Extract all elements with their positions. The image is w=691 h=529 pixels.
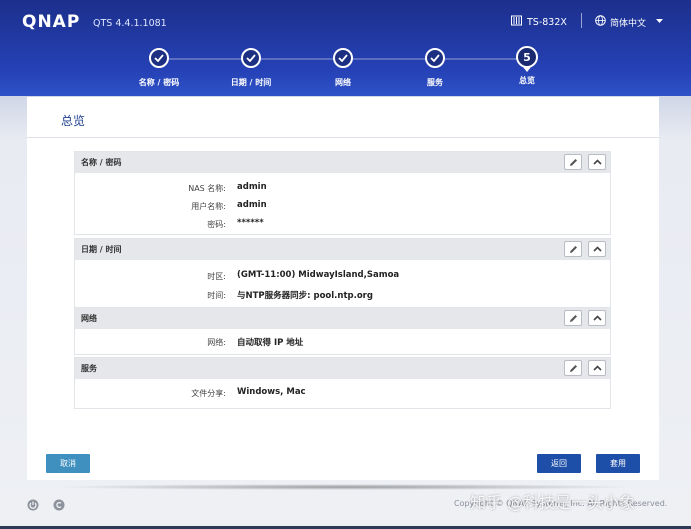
chevron-up-icon xyxy=(592,365,602,371)
section-header: 名称 / 密码 xyxy=(75,152,610,173)
header-separator xyxy=(581,13,582,28)
section-services: 服务 文件分享: Windows, Mac xyxy=(74,357,611,409)
language-selector[interactable]: 简体中文 xyxy=(595,15,664,29)
summary-row: 网络: 自动取得 IP 地址 xyxy=(75,333,610,351)
chevron-up-icon xyxy=(592,159,602,165)
section-header: 日期 / 时间 xyxy=(75,239,610,260)
edit-button[interactable] xyxy=(564,360,582,376)
row-key: 用户名称: xyxy=(191,202,226,211)
section-header: 网络 xyxy=(75,308,610,329)
globe-icon xyxy=(595,15,606,29)
section-date-time: 日期 / 时间 时区: (GMT-11:00) MidwayIsland,Sam… xyxy=(74,238,611,310)
language-label: 简体中文 xyxy=(610,18,647,29)
summary-row: 密码: ****** xyxy=(75,215,610,233)
chevron-up-icon xyxy=(592,315,602,321)
row-value: Windows, Mac xyxy=(237,387,306,397)
chevron-up-icon xyxy=(592,246,602,252)
collapse-button[interactable] xyxy=(588,241,606,257)
active-step-pointer xyxy=(523,67,531,72)
wizard-step-label: 名称 / 密码 xyxy=(138,78,180,87)
row-key: 文件分享: xyxy=(191,389,226,398)
wizard-step-label: 日期 / 时间 xyxy=(230,78,272,87)
nas-model: TS-832X xyxy=(511,15,567,29)
summary-row: 时区: (GMT-11:00) MidwayIsland,Samoa xyxy=(75,267,610,286)
nas-model-label: TS-832X xyxy=(527,16,567,28)
power-icon[interactable] xyxy=(27,499,39,511)
collapse-button[interactable] xyxy=(588,310,606,326)
wizard-step-label: 总览 xyxy=(519,76,535,85)
check-icon xyxy=(241,48,261,68)
cancel-button[interactable]: 取消 xyxy=(46,454,90,473)
wizard-step-name-password: 名称 / 密码 xyxy=(119,48,199,88)
section-title: 名称 / 密码 xyxy=(81,158,122,167)
row-value: admin xyxy=(237,182,267,192)
row-key: 时间: xyxy=(207,291,226,300)
section-title: 网络 xyxy=(81,314,97,323)
pencil-icon xyxy=(569,245,577,253)
check-icon xyxy=(149,48,169,68)
section-network: 网络 网络: 自动取得 IP 地址 xyxy=(74,307,611,355)
back-button[interactable]: 返回 xyxy=(537,454,581,473)
wizard-step-label: 网络 xyxy=(335,78,351,87)
section-header: 服务 xyxy=(75,358,610,379)
summary-row: 文件分享: Windows, Mac xyxy=(75,384,610,402)
summary-panel: 总览 名称 / 密码 NAS 名称: admin 用户名称: admin 密码:… xyxy=(27,97,659,480)
check-icon xyxy=(425,48,445,68)
check-icon xyxy=(333,48,353,68)
edit-button[interactable] xyxy=(564,154,582,170)
collapse-button[interactable] xyxy=(588,154,606,170)
row-key: NAS 名称: xyxy=(188,184,226,193)
pencil-icon xyxy=(569,364,577,372)
edit-button[interactable] xyxy=(564,310,582,326)
wizard-step-network: 网络 xyxy=(303,48,383,88)
apply-button[interactable]: 套用 xyxy=(596,454,640,473)
pencil-icon xyxy=(569,158,577,166)
edit-button[interactable] xyxy=(564,241,582,257)
row-value: 与NTP服务器同步: pool.ntp.org xyxy=(237,291,373,301)
row-key: 密码: xyxy=(207,220,226,229)
qnap-logo: QNAP xyxy=(22,12,81,32)
row-key: 时区: xyxy=(207,272,226,281)
wizard-step-summary: 5 总览 xyxy=(487,46,567,86)
section-name-password: 名称 / 密码 NAS 名称: admin 用户名称: admin 密码: **… xyxy=(74,151,611,235)
watermark: 知乎 @科技是一头小象 xyxy=(470,493,636,512)
wizard-step-services: 服务 xyxy=(395,48,475,88)
step-number: 5 xyxy=(516,46,538,68)
wizard-step-label: 服务 xyxy=(427,78,443,87)
firmware-version: QTS 4.4.1.1081 xyxy=(93,18,167,29)
row-value: admin xyxy=(237,200,267,210)
chevron-down-icon xyxy=(656,17,664,27)
section-title: 日期 / 时间 xyxy=(81,245,122,254)
row-value: (GMT-11:00) MidwayIsland,Samoa xyxy=(237,270,400,280)
summary-row: NAS 名称: admin xyxy=(75,179,610,197)
row-key: 网络: xyxy=(207,338,226,347)
wizard-step-date-time: 日期 / 时间 xyxy=(211,48,291,88)
row-value: 自动取得 IP 地址 xyxy=(237,338,304,348)
divider xyxy=(27,137,659,138)
summary-row: 时间: 与NTP服务器同步: pool.ntp.org xyxy=(75,286,610,305)
pencil-icon xyxy=(569,314,577,322)
wizard-steps: 名称 / 密码 日期 / 时间 网络 服务 5 总览 xyxy=(0,44,691,94)
top-bar: QNAP QTS 4.4.1.1081 TS-832X 简体中文 xyxy=(0,0,691,44)
summary-row: 用户名称: admin xyxy=(75,197,610,215)
row-value: ****** xyxy=(237,218,264,228)
collapse-button[interactable] xyxy=(588,360,606,376)
page-title: 总览 xyxy=(61,114,86,128)
nas-device-icon xyxy=(511,15,522,29)
copyright-icon[interactable] xyxy=(53,499,65,511)
section-title: 服务 xyxy=(81,364,97,373)
